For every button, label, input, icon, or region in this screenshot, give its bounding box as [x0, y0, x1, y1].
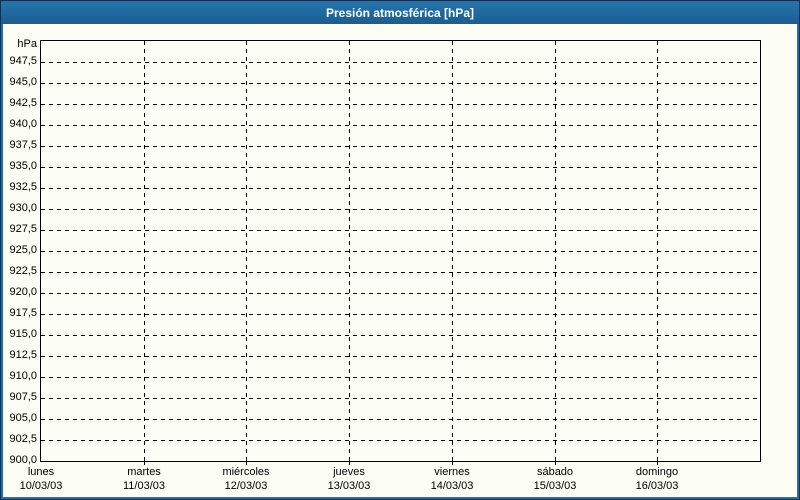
y-gridline — [41, 230, 760, 231]
y-axis-tick-label: 922,5 — [9, 265, 37, 277]
x-axis-tick — [555, 461, 556, 465]
y-axis-tick-label: 927,5 — [9, 223, 37, 235]
x-axis-tick — [349, 461, 350, 465]
y-axis-tick-label: 905,0 — [9, 412, 37, 424]
y-gridline — [41, 398, 760, 399]
y-gridline — [41, 293, 760, 294]
y-axis-tick-label: 902,5 — [9, 433, 37, 445]
y-axis-tick-label: 937,5 — [9, 139, 37, 151]
y-gridline — [41, 146, 760, 147]
x-gridline — [555, 41, 556, 461]
y-gridline — [41, 104, 760, 105]
y-axis-tick-label: 930,0 — [9, 202, 37, 214]
x-gridline — [246, 41, 247, 461]
y-axis-tick-label: 917,5 — [9, 307, 37, 319]
y-axis-tick-label: 947,5 — [9, 55, 37, 67]
day-name-label: martes — [127, 466, 161, 478]
y-gridline — [41, 356, 760, 357]
day-date-label: 10/03/03 — [19, 480, 63, 492]
x-axis-tick — [246, 461, 247, 465]
y-gridline — [41, 209, 760, 210]
y-axis-tick-label: 907,5 — [9, 391, 37, 403]
x-gridline — [452, 41, 453, 461]
day-name-label: sábado — [536, 466, 574, 478]
y-gridline — [41, 335, 760, 336]
y-gridline — [41, 188, 760, 189]
y-gridline — [41, 167, 760, 168]
y-axis-tick-label: 915,0 — [9, 328, 37, 340]
y-gridline — [41, 272, 760, 273]
y-gridline — [41, 419, 760, 420]
day-name-label: domingo — [635, 466, 679, 478]
y-gridline — [41, 377, 760, 378]
x-axis-tick — [452, 461, 453, 465]
day-date-label: 13/03/03 — [327, 480, 371, 492]
chart-axes-layer: 947,5 945,0 942,5 940,0 937,5 935,0 932,5 930,0… — [0, 0, 800, 500]
day-date-label: 16/03/03 — [635, 480, 679, 492]
day-date-label: 11/03/03 — [122, 480, 165, 492]
day-name-label: jueves — [333, 466, 365, 478]
x-gridline — [349, 41, 350, 461]
y-axis-tick-label: 910,0 — [9, 370, 37, 382]
y-axis-unit-label: hPa — [17, 38, 37, 50]
y-axis-tick-label: 912,5 — [9, 349, 37, 361]
day-name-label: miércoles — [222, 466, 270, 478]
y-gridline — [41, 314, 760, 315]
chart-window: Presión atmosférica [hPa] 947,5 945,0 942,… — [0, 0, 800, 500]
y-gridline — [41, 440, 760, 441]
day-date-label: 15/03/03 — [533, 480, 577, 492]
y-gridline — [41, 251, 760, 252]
y-gridline — [41, 83, 760, 84]
x-gridline — [144, 41, 145, 461]
y-axis-tick-label: 945,0 — [9, 76, 37, 88]
day-name-label: lunes — [27, 466, 55, 478]
x-axis-tick — [657, 461, 658, 465]
y-axis-tick-label: 940,0 — [9, 118, 37, 130]
day-name-label: viernes — [434, 466, 470, 478]
y-axis-tick-label: 925,0 — [9, 244, 37, 256]
x-gridline — [657, 41, 658, 461]
y-axis-tick-label: 942,5 — [9, 97, 37, 109]
day-date-label: 12/03/03 — [224, 480, 268, 492]
y-axis-tick-label: 932,5 — [9, 181, 37, 193]
y-gridline — [41, 62, 760, 63]
y-axis-tick-label: 935,0 — [9, 160, 37, 172]
y-gridline — [41, 125, 760, 126]
x-axis-tick — [144, 461, 145, 465]
day-date-label: 14/03/03 — [430, 480, 474, 492]
y-axis-tick-label: 920,0 — [9, 286, 37, 298]
